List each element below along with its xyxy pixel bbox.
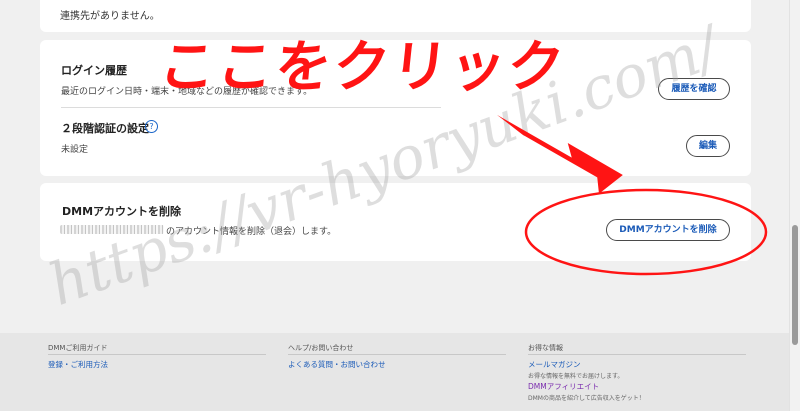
- annotation-ellipse: [524, 188, 768, 276]
- annotation-arrow: [496, 114, 623, 194]
- annotation-overlay: [496, 114, 768, 276]
